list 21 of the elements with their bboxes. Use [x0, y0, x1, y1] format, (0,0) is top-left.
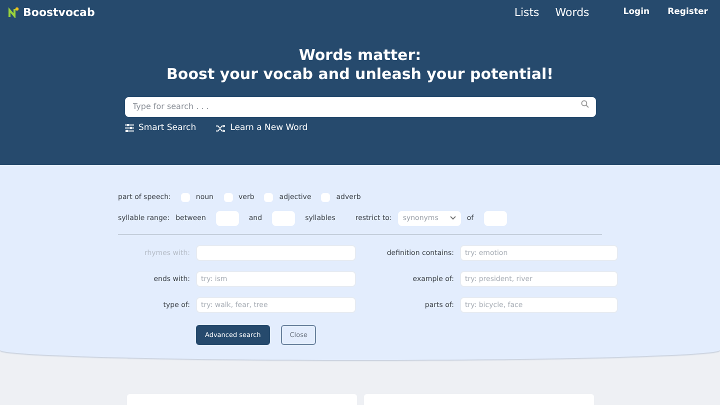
action-link[interactable]: Smart Search	[124, 123, 196, 133]
text-field[interactable]	[484, 210, 507, 226]
action-link[interactable]: Learn a New Word	[216, 123, 308, 133]
search-field[interactable]: Type for search . . .	[124, 96, 596, 116]
nav-link[interactable]: Words	[555, 6, 590, 18]
checkbox[interactable]	[321, 192, 330, 202]
number-field[interactable]	[272, 210, 296, 226]
auth-link[interactable]: Login	[623, 7, 650, 17]
shuffle-icon	[216, 124, 226, 132]
number-field[interactable]	[216, 210, 239, 226]
sliders-icon	[124, 124, 134, 132]
brand-name: Boostvocab	[23, 6, 95, 18]
nav-link[interactable]: Lists	[514, 6, 540, 18]
checkbox[interactable]	[224, 192, 232, 202]
hero-title: Words matter: Boost your vocab and unleash your potential!	[166, 46, 554, 84]
chevron-icon	[450, 216, 456, 220]
auth-link[interactable]: Register	[668, 7, 708, 17]
logo-icon	[8, 6, 19, 18]
checkbox[interactable]	[264, 192, 274, 202]
search-icon	[580, 100, 588, 108]
checkbox[interactable]	[180, 192, 190, 202]
